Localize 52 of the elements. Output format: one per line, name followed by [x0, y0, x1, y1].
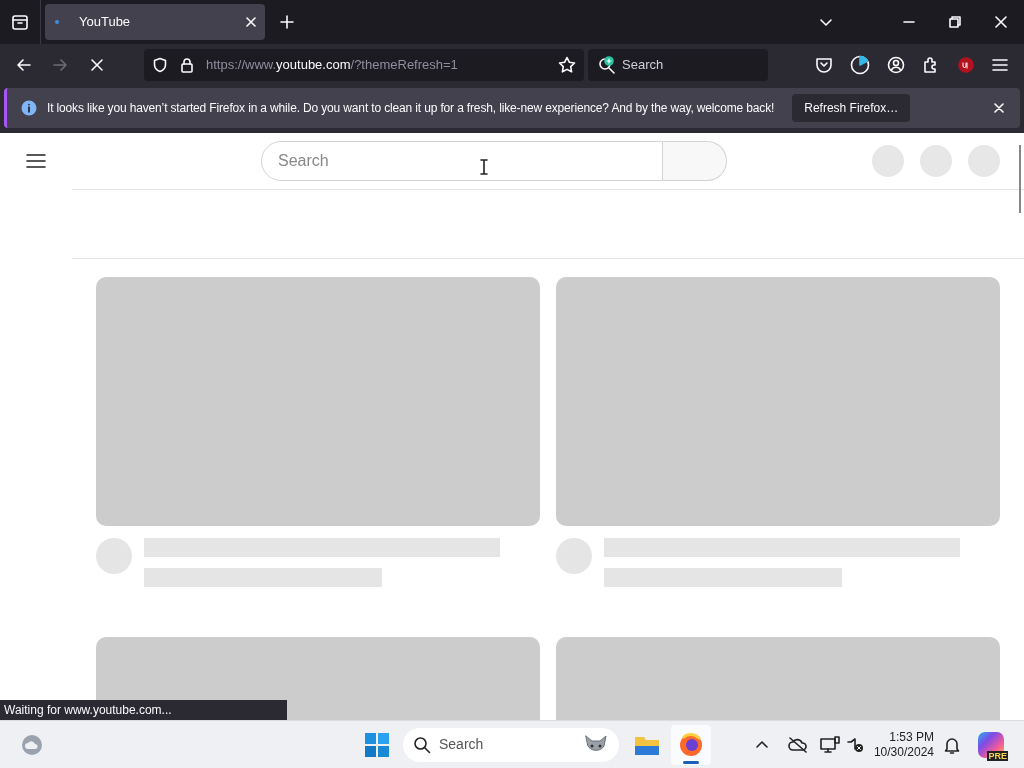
- clock-time[interactable]: 1:53 PM: [889, 729, 934, 745]
- taskbar-app[interactable]: [671, 724, 711, 765]
- search-placeholder: Search: [278, 151, 329, 171]
- pre-badge: PRE: [987, 750, 1008, 761]
- timer-icon[interactable]: [850, 55, 870, 75]
- running-indicator: [683, 760, 699, 764]
- shield-icon[interactable]: [152, 57, 168, 73]
- shield-badge-icon[interactable]: [957, 56, 975, 74]
- loading-icon: [55, 20, 59, 24]
- search-bar[interactable]: Search: [588, 49, 768, 81]
- clock-date[interactable]: 10/30/2024: [873, 744, 934, 760]
- avatar-placeholder: [968, 145, 1000, 177]
- stop-icon[interactable]: [90, 58, 104, 72]
- tab-title: YouTube: [79, 13, 132, 32]
- start-icon[interactable]: [365, 732, 389, 757]
- scrollbar-thumb[interactable]: [1019, 145, 1021, 213]
- search-placeholder: Search: [439, 735, 485, 754]
- notification-message: It looks like you haven’t started Firefox in a while. Do you want to clean it up for a fresh, like-new experience? And by the way, welcome back!: [47, 100, 775, 117]
- icon-placeholder: [872, 145, 904, 177]
- cloud-off-icon[interactable]: [787, 736, 808, 753]
- close-window-icon[interactable]: [995, 16, 1007, 28]
- account-icon[interactable]: [887, 56, 905, 74]
- text-cursor-icon: [480, 159, 488, 175]
- search-placeholder: Search: [622, 56, 664, 75]
- lock-icon[interactable]: [180, 57, 194, 73]
- close-icon[interactable]: [245, 16, 257, 28]
- menu-icon[interactable]: [26, 153, 46, 169]
- url-text: https://www.youtube.com/?themeRefresh=1: [206, 56, 459, 75]
- bell-icon[interactable]: [944, 735, 960, 754]
- tab-list-icon[interactable]: [11, 13, 29, 31]
- address-bar[interactable]: https://www.youtube.com/?themeRefresh=1: [144, 49, 584, 81]
- icon-placeholder: [920, 145, 952, 177]
- search-icon: [413, 735, 431, 754]
- forward-icon: [52, 57, 68, 73]
- info-icon: [21, 100, 37, 116]
- status-text: Waiting for www.youtube.com...: [0, 700, 287, 720]
- taskbar-search[interactable]: Search: [403, 727, 619, 762]
- new-tab-icon[interactable]: [279, 14, 295, 30]
- refresh-button[interactable]: Refresh Firefox…: [792, 94, 911, 122]
- close-icon[interactable]: [994, 103, 1004, 113]
- search-icon: [598, 56, 616, 74]
- star-icon[interactable]: [558, 56, 576, 74]
- volume-muted-icon[interactable]: [845, 735, 864, 754]
- avatar-placeholder: [556, 538, 592, 574]
- back-icon[interactable]: [16, 57, 32, 73]
- monitor-icon[interactable]: [819, 735, 840, 754]
- restore-icon[interactable]: [949, 16, 961, 28]
- pocket-icon[interactable]: [815, 56, 833, 74]
- browser-tab[interactable]: YouTube: [45, 4, 265, 40]
- chevron-up-icon[interactable]: [755, 738, 768, 751]
- avatar-placeholder: [96, 538, 132, 574]
- firefox-icon[interactable]: [678, 731, 704, 758]
